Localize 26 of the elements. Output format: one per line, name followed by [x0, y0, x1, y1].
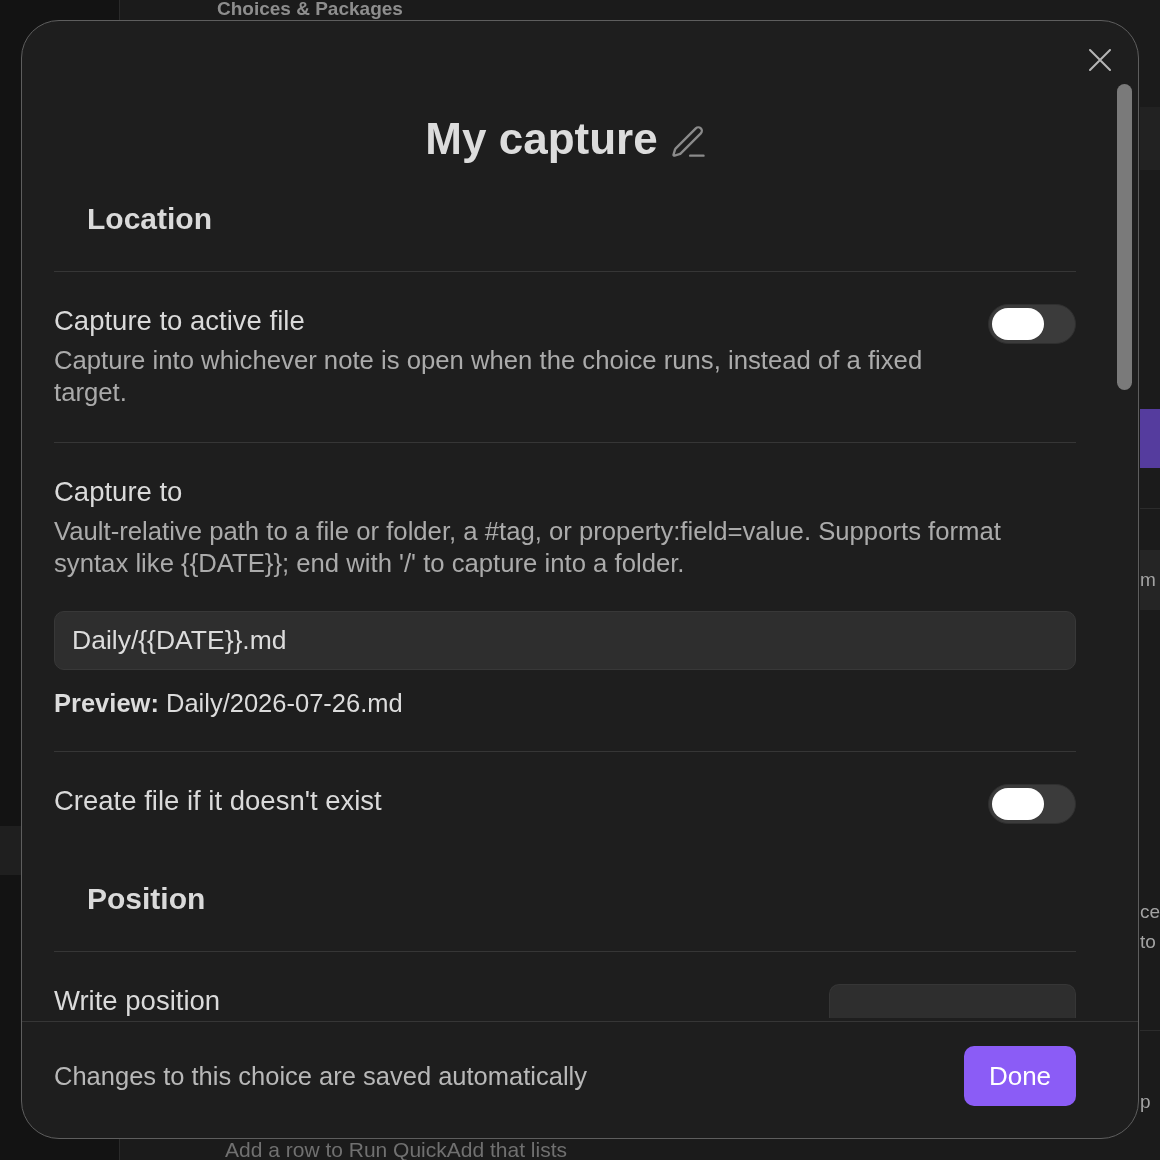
toggle-switch[interactable]: [988, 304, 1076, 344]
autosave-note: Changes to this choice are saved automatically: [54, 1061, 587, 1091]
close-button[interactable]: [1089, 49, 1111, 71]
setting-description: Capture into whichever note is open when the choice runs, instead of a fixed target.: [54, 345, 924, 408]
done-button[interactable]: Done: [964, 1046, 1076, 1106]
scrollbar-thumb[interactable]: [1117, 84, 1132, 390]
text-fragment: p: [1140, 1090, 1151, 1114]
section-heading: Position: [87, 882, 206, 916]
section-heading: Location: [87, 202, 212, 236]
dropdown-field[interactable]: [829, 984, 1076, 1018]
setting-label: Create file if it doesn't exist: [54, 786, 382, 816]
path-preview: Preview: Daily/2026-07-26.md: [54, 689, 403, 717]
text-fragment: to: [1140, 930, 1156, 954]
setting-label: Capture to active file: [54, 306, 305, 336]
list-row[interactable]: m: [1140, 550, 1160, 610]
dialog-title: My capture: [425, 113, 658, 165]
path-input-field[interactable]: Daily/{{DATE}}.md: [54, 611, 1076, 670]
setting-label: Capture to: [54, 477, 183, 507]
text-fragment: ce: [1140, 900, 1160, 924]
setting-description: Vault-relative path to a file or folder, a #tag, or property:field=value. Supports format syntax like {{DATE}}; end with '/' to capture into a folder.: [54, 516, 1002, 579]
page-heading: Choices & Packages: [217, 0, 403, 18]
text-fragment: m: [1140, 568, 1156, 592]
pencil-icon[interactable]: [671, 125, 705, 157]
setting-label: Write position: [54, 986, 221, 1016]
close-icon: [1089, 49, 1111, 71]
toggle-switch[interactable]: [988, 784, 1076, 824]
